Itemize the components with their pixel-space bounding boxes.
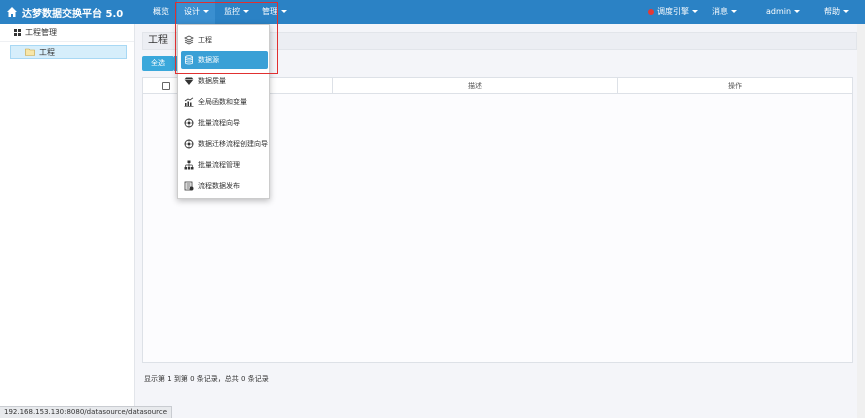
nav-design[interactable]: 设计 [184,0,209,24]
top-navbar: 达梦数据交换平台 5.0 概览 设计 监控 管理 调度引擎 消息 admin 帮… [0,0,865,24]
database-icon [185,55,193,65]
menu-item-batch-manage[interactable]: 批量流程管理 [178,156,269,174]
status-dot-icon [648,8,654,15]
nav-monitor-label: 监控 [224,7,240,16]
pagination-info: 显示第 1 到第 0 条记录，总共 0 条记录 [144,375,269,383]
nav-user[interactable]: admin [766,0,801,24]
menu-item-label: 数据源 [198,56,219,64]
sidebar-header: 工程管理 [0,24,134,42]
select-all-button[interactable]: 全选 [142,56,174,71]
column-header-description[interactable]: 描述 [332,78,617,94]
nav-manage[interactable]: 管理 [262,0,287,24]
caret-down-icon [794,10,801,13]
nav-overview[interactable]: 概览 [153,0,169,24]
caret-down-icon [843,10,849,13]
sidebar: 工程管理 工程 [0,24,135,418]
menu-item-project[interactable]: 工程 [178,31,269,49]
nav-messages-label: 消息 [712,7,728,16]
menu-item-label: 数据质量 [198,77,226,85]
menu-item-label: 工程 [198,36,212,44]
home-icon [7,7,17,17]
grid-icon [14,29,21,36]
menu-item-label: 全局函数和变量 [198,98,247,106]
caret-down-icon [203,10,209,13]
menu-item-batch-wizard[interactable]: 批量流程向导 [178,114,269,132]
menu-item-label: 流程数据发布 [198,182,240,190]
menu-item-label: 批量流程向导 [198,119,240,127]
nav-engine[interactable]: 调度引擎 [648,0,698,24]
caret-down-icon [243,10,249,13]
caret-down-icon [692,10,698,13]
nav-help[interactable]: 帮助 [824,0,849,24]
wizard-icon [184,118,194,128]
caret-down-icon [731,10,737,13]
nav-manage-label: 管理 [262,7,278,16]
scrollbar[interactable] [857,24,865,418]
sidebar-header-label: 工程管理 [25,28,57,37]
chart-fx-icon [184,97,194,107]
hierarchy-icon [184,160,194,170]
sidebar-item-label: 工程 [39,47,55,57]
menu-item-label: 批量流程管理 [198,161,240,169]
menu-item-migration-wizard[interactable]: 数据迁移流程创建向导 [178,135,269,153]
menu-item-label: 数据迁移流程创建向导 [198,140,268,148]
nav-help-label: 帮助 [824,7,840,16]
nav-design-label: 设计 [184,7,200,16]
column-header-actions[interactable]: 操作 [617,78,852,94]
menu-item-data-quality[interactable]: 数据质量 [178,72,269,90]
sidebar-item-project[interactable]: 工程 [10,45,127,59]
nav-overview-label: 概览 [153,7,169,16]
caret-down-icon [281,10,287,13]
select-all-checkbox[interactable] [162,82,170,90]
nav-engine-label: 调度引擎 [657,7,689,16]
migrate-wizard-icon [184,139,194,149]
menu-item-datasource[interactable]: 数据源 [181,51,268,69]
brand[interactable]: 达梦数据交换平台 5.0 [6,4,123,20]
design-dropdown-menu: 工程 数据源 数据质量 全局函数和变量 批量流程向导 数据迁移流程创建向导 批量… [177,24,270,199]
folder-icon [25,48,35,56]
diamond-icon [184,77,194,85]
menu-item-global-functions[interactable]: 全局函数和变量 [178,93,269,111]
nav-monitor[interactable]: 监控 [224,0,249,24]
app-title: 达梦数据交换平台 5.0 [22,8,124,20]
menu-item-publish[interactable]: 流程数据发布 [178,177,269,195]
nav-messages[interactable]: 消息 [712,0,737,24]
status-bar-url: 192.168.153.130:8080/datasource/datasour… [0,406,173,418]
layers-icon [184,35,194,45]
nav-user-label: admin [766,7,792,16]
publish-icon [184,181,194,191]
